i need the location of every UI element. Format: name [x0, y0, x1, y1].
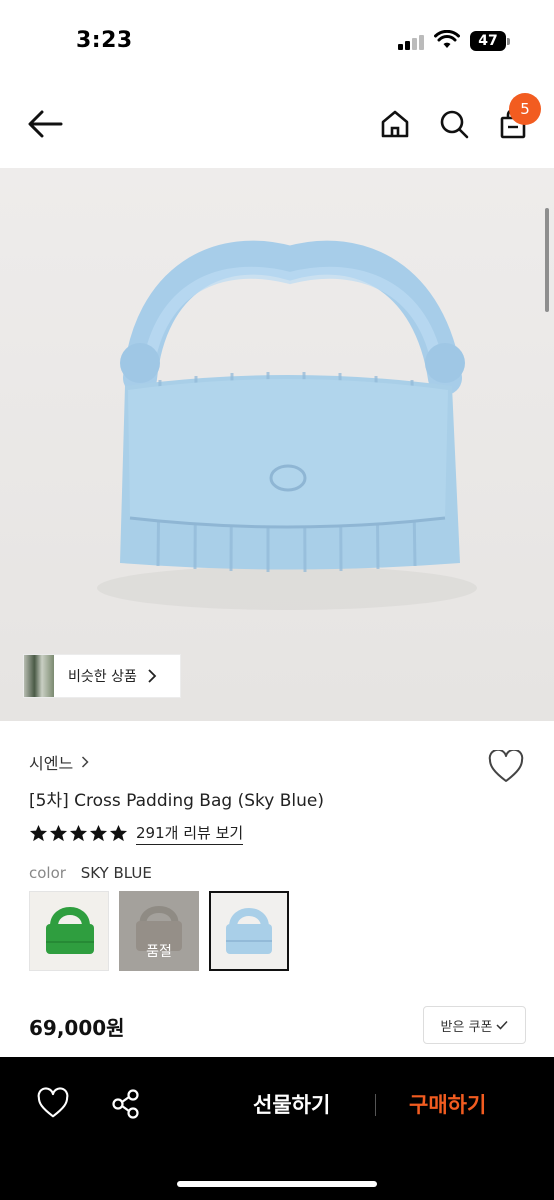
color-label: color: [29, 864, 66, 882]
similar-products-button[interactable]: 비슷한 상품: [23, 654, 181, 698]
swatch-image: [46, 907, 94, 954]
image-scroll-indicator: [545, 208, 549, 312]
reviews-link[interactable]: 291개 리뷰 보기: [136, 822, 244, 845]
back-button[interactable]: [25, 104, 65, 144]
search-button[interactable]: [434, 104, 474, 144]
status-bar: 3:23 47: [0, 0, 554, 84]
gift-button[interactable]: 선물하기: [253, 1089, 330, 1119]
coupon-label: 받은 쿠폰: [440, 1019, 493, 1035]
star-icon: [29, 824, 48, 842]
home-icon: [381, 110, 409, 138]
home-indicator: [177, 1181, 377, 1187]
battery-level: 47: [470, 31, 506, 51]
top-nav: [0, 84, 554, 168]
chevron-right-icon: [148, 669, 157, 683]
product-price: 69,000원: [29, 1016, 125, 1040]
similar-products-label: 비슷한 상품: [68, 669, 137, 685]
swatch-image: [226, 908, 272, 954]
color-selection: color SKY BLUE: [29, 864, 152, 882]
search-icon: [440, 110, 469, 139]
color-swatch-sky-blue[interactable]: [209, 891, 289, 971]
bottom-wishlist-button[interactable]: [36, 1087, 70, 1121]
star-icon: [49, 824, 68, 842]
selected-color: SKY BLUE: [80, 864, 152, 882]
sold-out-label: 품절: [146, 944, 172, 960]
color-swatch-gray[interactable]: 품절: [119, 891, 199, 971]
star-icon: [109, 824, 128, 842]
buy-button[interactable]: 구매하기: [409, 1089, 486, 1119]
similar-products-thumbnail: [24, 655, 54, 697]
cellular-signal-icon: [398, 34, 424, 50]
rating-row: 291개 리뷰 보기: [29, 822, 244, 845]
chevron-right-icon: [82, 756, 89, 768]
brand-name: 시엔느: [29, 754, 74, 773]
color-swatch-green[interactable]: [29, 891, 109, 971]
wifi-icon: [434, 30, 460, 48]
share-button[interactable]: [109, 1087, 143, 1121]
rating-stars: [29, 824, 128, 843]
product-photo: [97, 240, 477, 610]
coupon-button[interactable]: 받은 쿠폰: [423, 1006, 526, 1044]
wishlist-button[interactable]: [488, 748, 524, 784]
heart-icon: [37, 1087, 69, 1118]
divider: [375, 1094, 376, 1116]
heart-icon: [488, 748, 524, 782]
home-button[interactable]: [375, 104, 415, 144]
product-title: [5차] Cross Padding Bag (Sky Blue): [29, 791, 324, 811]
brand-link[interactable]: 시엔느: [29, 750, 89, 774]
check-icon: [496, 1020, 509, 1030]
status-time: 3:23: [76, 28, 133, 53]
star-icon: [69, 824, 88, 842]
share-icon: [112, 1089, 139, 1119]
cart-count-badge: 5: [509, 93, 541, 125]
battery-icon: 47: [470, 31, 510, 51]
bottom-action-bar: 선물하기 구매하기: [0, 1057, 554, 1200]
back-arrow-icon: [28, 110, 63, 138]
product-image-carousel[interactable]: 비슷한 상품: [0, 168, 554, 721]
star-icon: [89, 824, 108, 842]
